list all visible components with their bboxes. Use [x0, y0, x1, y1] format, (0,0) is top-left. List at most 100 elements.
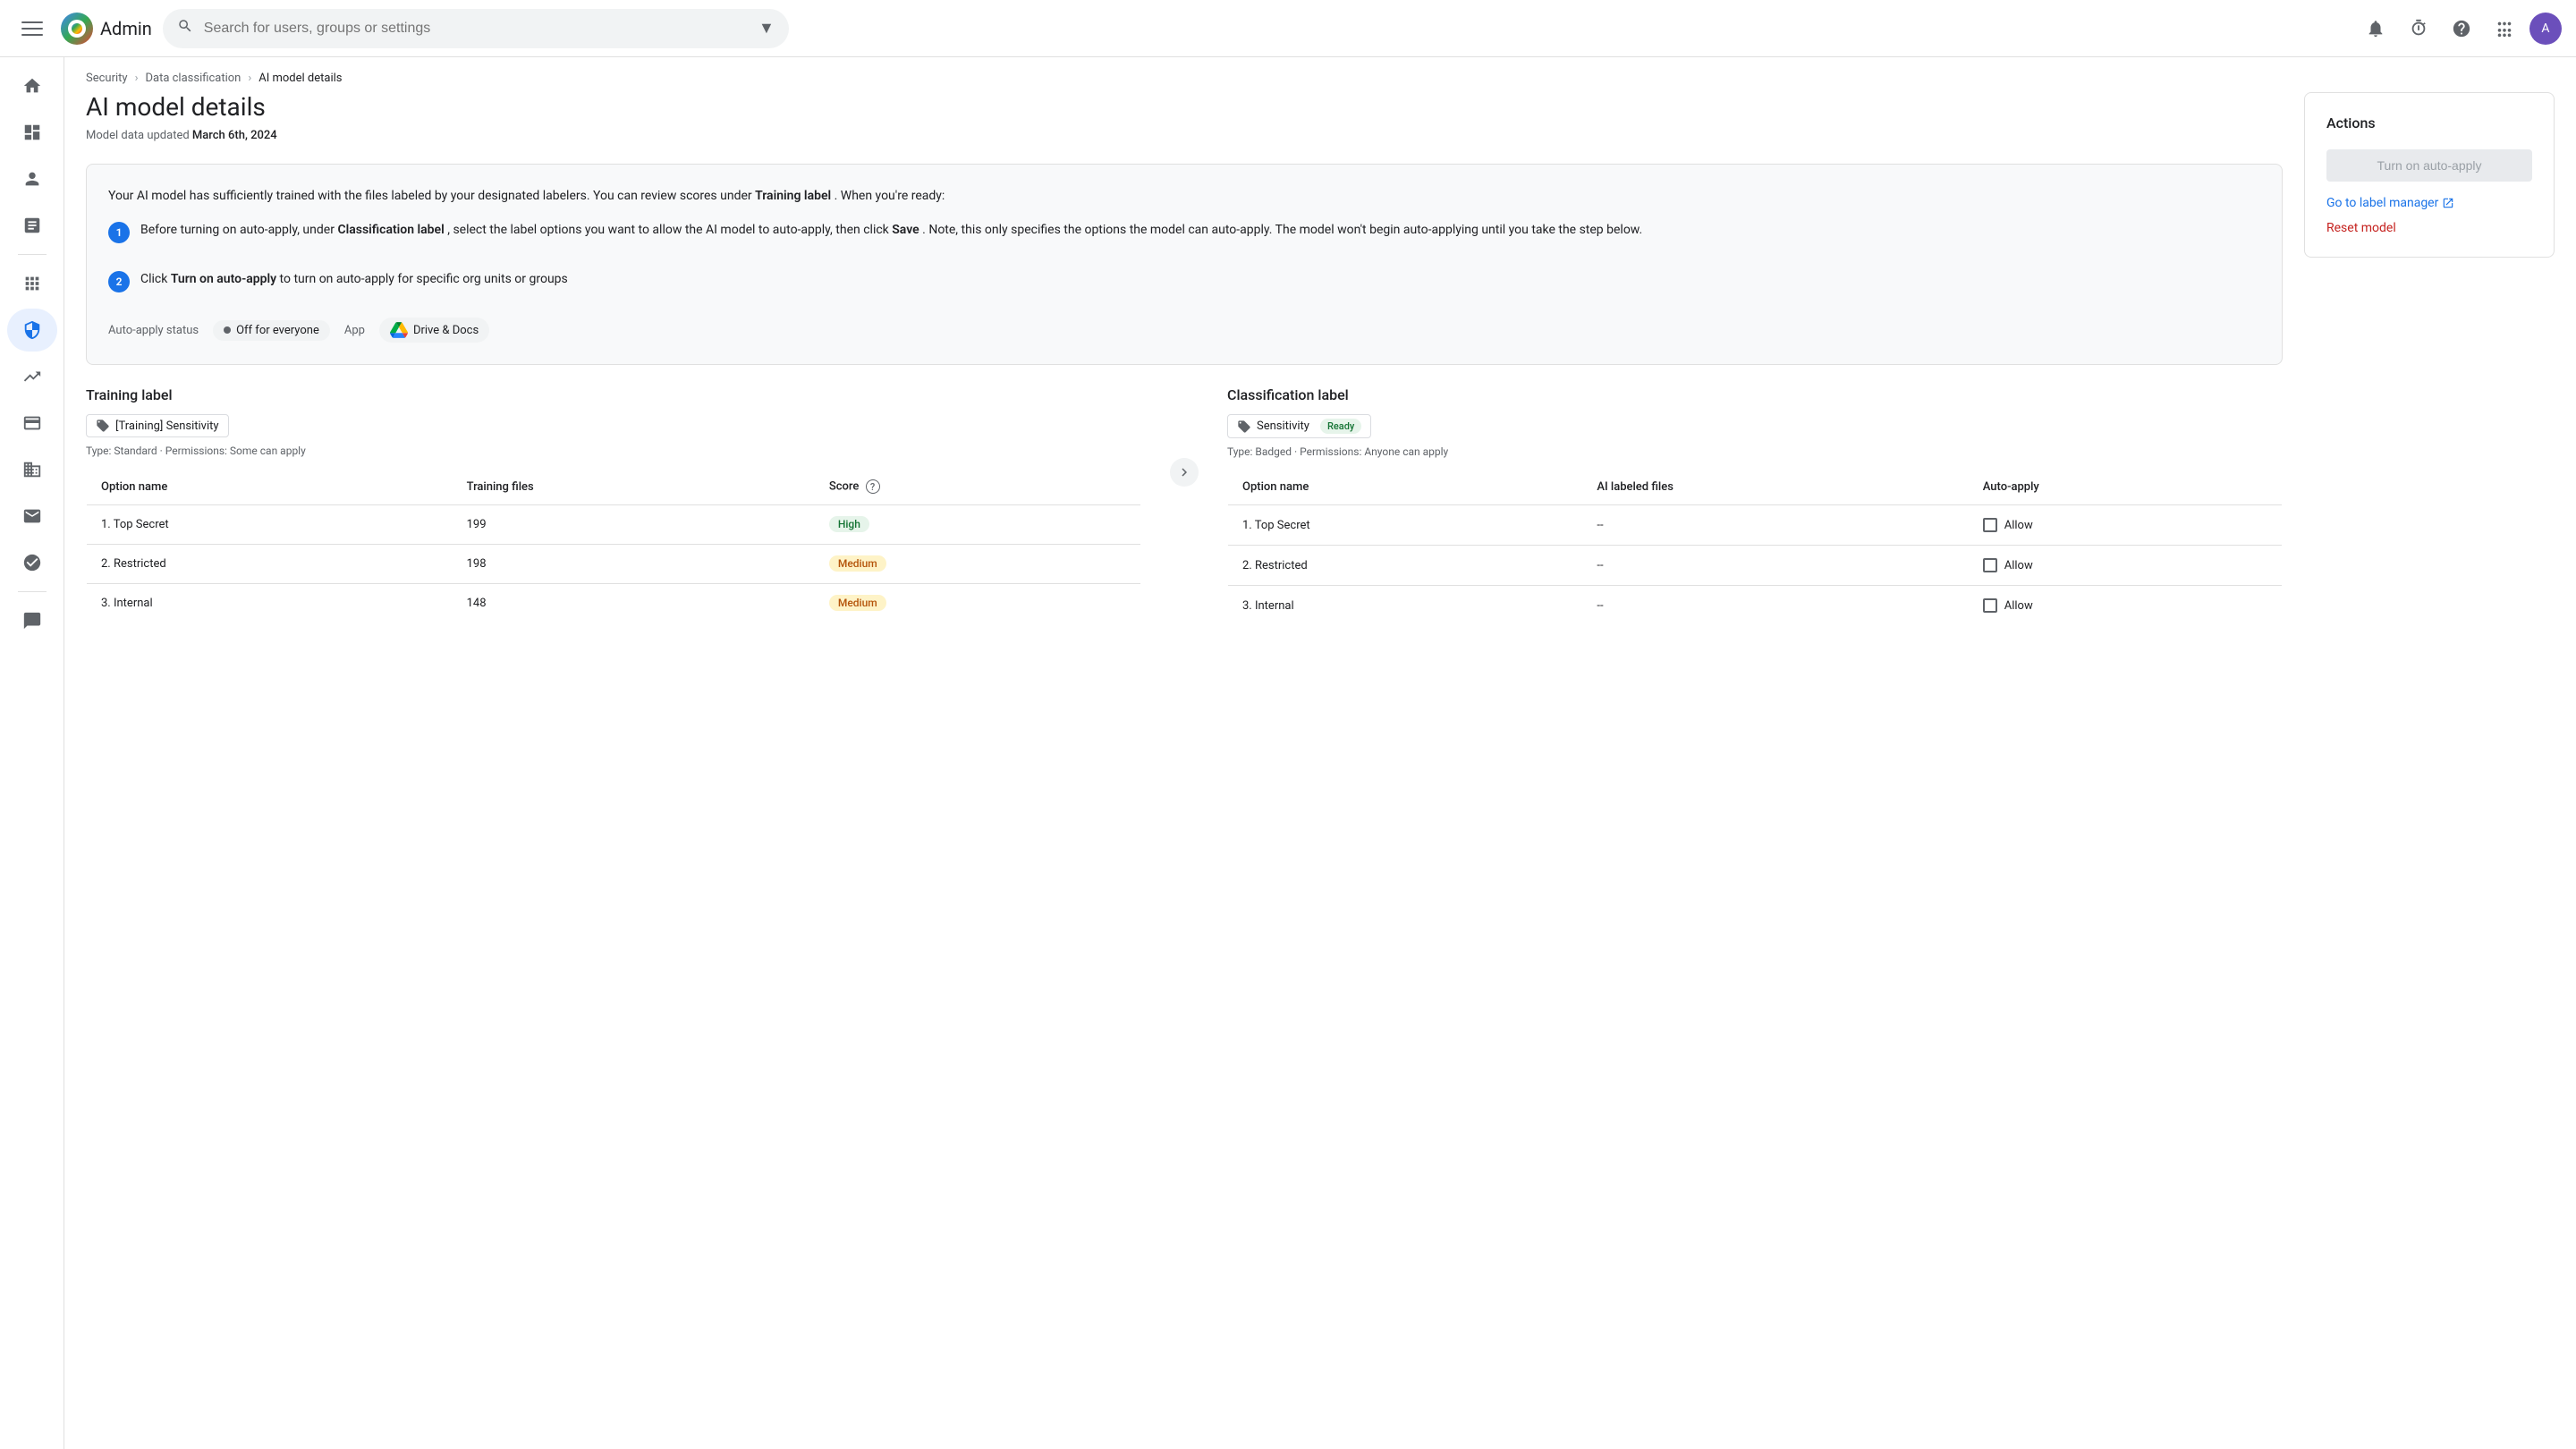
- score-cell: Medium: [815, 584, 1141, 623]
- score-help-icon[interactable]: ?: [866, 479, 880, 494]
- training-label-chip: [Training] Sensitivity: [86, 414, 229, 437]
- page-subtitle: Model data updated March 6th, 2024: [86, 129, 2283, 142]
- classification-label-table: Option name AI labeled files Auto-apply …: [1227, 469, 2283, 626]
- training-label-container: Training label [Training] Sensitivity Ty…: [86, 386, 1141, 623]
- sidebar-item-gmail[interactable]: [7, 495, 57, 538]
- notifications-icon[interactable]: [2358, 11, 2394, 47]
- arrow-right-icon: [1170, 458, 1199, 487]
- turn-on-auto-apply-button[interactable]: Turn on auto-apply: [2326, 149, 2532, 182]
- avatar[interactable]: A: [2529, 13, 2562, 45]
- logo[interactable]: Admin: [61, 13, 152, 45]
- option-name-cell-2: 3. Internal: [1228, 586, 1583, 626]
- auto-apply-checkbox[interactable]: [1983, 598, 1997, 613]
- sidebar-item-reports[interactable]: [7, 204, 57, 247]
- allow-label: Allow: [2004, 599, 2033, 613]
- info-text: Your AI model has sufficiently trained w…: [108, 186, 2260, 206]
- sidebar-item-other[interactable]: [7, 541, 57, 584]
- auto-apply-cell: Allow: [1969, 546, 2283, 586]
- search-bar[interactable]: ▼: [163, 9, 789, 48]
- training-label-chip-text: [Training] Sensitivity: [115, 419, 219, 433]
- classification-label-chip-text: Sensitivity: [1257, 419, 1309, 433]
- sidebar-item-analytics[interactable]: [7, 355, 57, 398]
- auto-apply-checkbox[interactable]: [1983, 518, 1997, 532]
- topbar: Admin ▼ A: [0, 0, 2576, 57]
- score-cell: Medium: [815, 545, 1141, 584]
- col-auto-apply: Auto-apply: [1969, 470, 2283, 505]
- status-badge: Off for everyone: [213, 320, 330, 341]
- training-label-title: Training label: [86, 386, 1141, 403]
- app-label: App: [344, 324, 365, 337]
- classification-label-container: Classification label Sensitivity Ready T…: [1227, 386, 2283, 626]
- reset-model-link[interactable]: Reset model: [2326, 221, 2396, 235]
- apps-icon[interactable]: [2487, 11, 2522, 47]
- breadcrumb-sep-2: ›: [248, 72, 251, 85]
- sidebar-item-security[interactable]: [7, 309, 57, 352]
- option-name-cell: 2. Restricted: [87, 545, 453, 584]
- sidebar-item-directory[interactable]: [7, 448, 57, 491]
- score-cell: High: [815, 505, 1141, 545]
- step-1: 1 Before turning on auto-apply, under Cl…: [108, 220, 2260, 254]
- ai-files-cell: --: [1582, 505, 1968, 546]
- auto-apply-cell: Allow: [1969, 586, 2283, 626]
- table-row: 3. Internal 148 Medium: [87, 584, 1141, 623]
- col-option-name-2: Option name: [1228, 470, 1583, 505]
- breadcrumb-sep-1: ›: [135, 72, 139, 85]
- table-row: 1. Top Secret 199 High: [87, 505, 1141, 545]
- actions-card: Actions Turn on auto-apply Go to label m…: [2304, 92, 2555, 258]
- search-icon: [177, 18, 193, 38]
- step-1-text: Before turning on auto-apply, under Clas…: [140, 220, 1642, 240]
- label-chip-icon: [96, 419, 110, 433]
- auto-apply-cell: Allow: [1969, 505, 2283, 546]
- search-input[interactable]: [204, 21, 748, 37]
- table-row: 3. Internal -- Allow: [1228, 586, 2283, 626]
- breadcrumb-security[interactable]: Security: [86, 72, 128, 85]
- main-content: Security › Data classification › AI mode…: [64, 57, 2576, 1449]
- breadcrumb-current: AI model details: [258, 72, 342, 85]
- sidebar-item-home[interactable]: [7, 64, 57, 107]
- timer-icon[interactable]: [2401, 11, 2436, 47]
- training-table-header-row: Option name Training files Score ?: [87, 469, 1141, 505]
- col-training-files: Training files: [453, 469, 815, 505]
- training-files-cell: 148: [453, 584, 815, 623]
- step-2: 2 Click Turn on auto-apply to turn on au…: [108, 269, 2260, 303]
- info-card: Your AI model has sufficiently trained w…: [86, 164, 2283, 365]
- auto-apply-checkbox[interactable]: [1983, 558, 1997, 572]
- sidebar-item-users[interactable]: [7, 157, 57, 200]
- training-label-table: Option name Training files Score ? 1. To…: [86, 468, 1141, 623]
- table-row: 2. Restricted -- Allow: [1228, 546, 2283, 586]
- sidebar-item-support[interactable]: [7, 599, 57, 642]
- option-name-cell: 1. Top Secret: [87, 505, 453, 545]
- col-option-name: Option name: [87, 469, 453, 505]
- sidebar-item-billing[interactable]: [7, 402, 57, 445]
- status-text: Off for everyone: [236, 324, 319, 337]
- sidebar-item-apps[interactable]: [7, 262, 57, 305]
- ai-files-cell: --: [1582, 586, 1968, 626]
- app-text: Drive & Docs: [413, 324, 479, 337]
- search-dropdown-icon[interactable]: ▼: [758, 19, 775, 38]
- go-to-label-manager-link[interactable]: Go to label manager: [2326, 196, 2532, 210]
- step-2-text: Click Turn on auto-apply to turn on auto…: [140, 269, 568, 289]
- menu-icon[interactable]: [14, 11, 50, 47]
- layout: Security › Data classification › AI mode…: [0, 57, 2576, 1449]
- breadcrumb: Security › Data classification › AI mode…: [64, 57, 2576, 92]
- help-icon[interactable]: [2444, 11, 2479, 47]
- actions-panel: Actions Turn on auto-apply Go to label m…: [2304, 92, 2555, 626]
- status-dot: [224, 326, 231, 334]
- classification-label-title: Classification label: [1227, 386, 2283, 403]
- breadcrumb-data-classification[interactable]: Data classification: [145, 72, 241, 85]
- step-2-number: 2: [108, 271, 130, 292]
- ai-files-cell: --: [1582, 546, 1968, 586]
- classification-table-header-row: Option name AI labeled files Auto-apply: [1228, 470, 2283, 505]
- external-link-icon: [2442, 197, 2454, 209]
- allow-label: Allow: [2004, 519, 2033, 532]
- sidebar: [0, 57, 64, 1449]
- page-content-wrapper: AI model details Model data updated Marc…: [64, 92, 2576, 648]
- page-title: AI model details: [86, 92, 2283, 122]
- page-main: AI model details Model data updated Marc…: [86, 92, 2283, 626]
- app-badge: Drive & Docs: [379, 318, 489, 343]
- training-files-cell: 199: [453, 505, 815, 545]
- step-1-number: 1: [108, 222, 130, 243]
- sidebar-item-dashboard[interactable]: [7, 111, 57, 154]
- auto-apply-label: Auto-apply status: [108, 324, 199, 337]
- option-name-cell: 3. Internal: [87, 584, 453, 623]
